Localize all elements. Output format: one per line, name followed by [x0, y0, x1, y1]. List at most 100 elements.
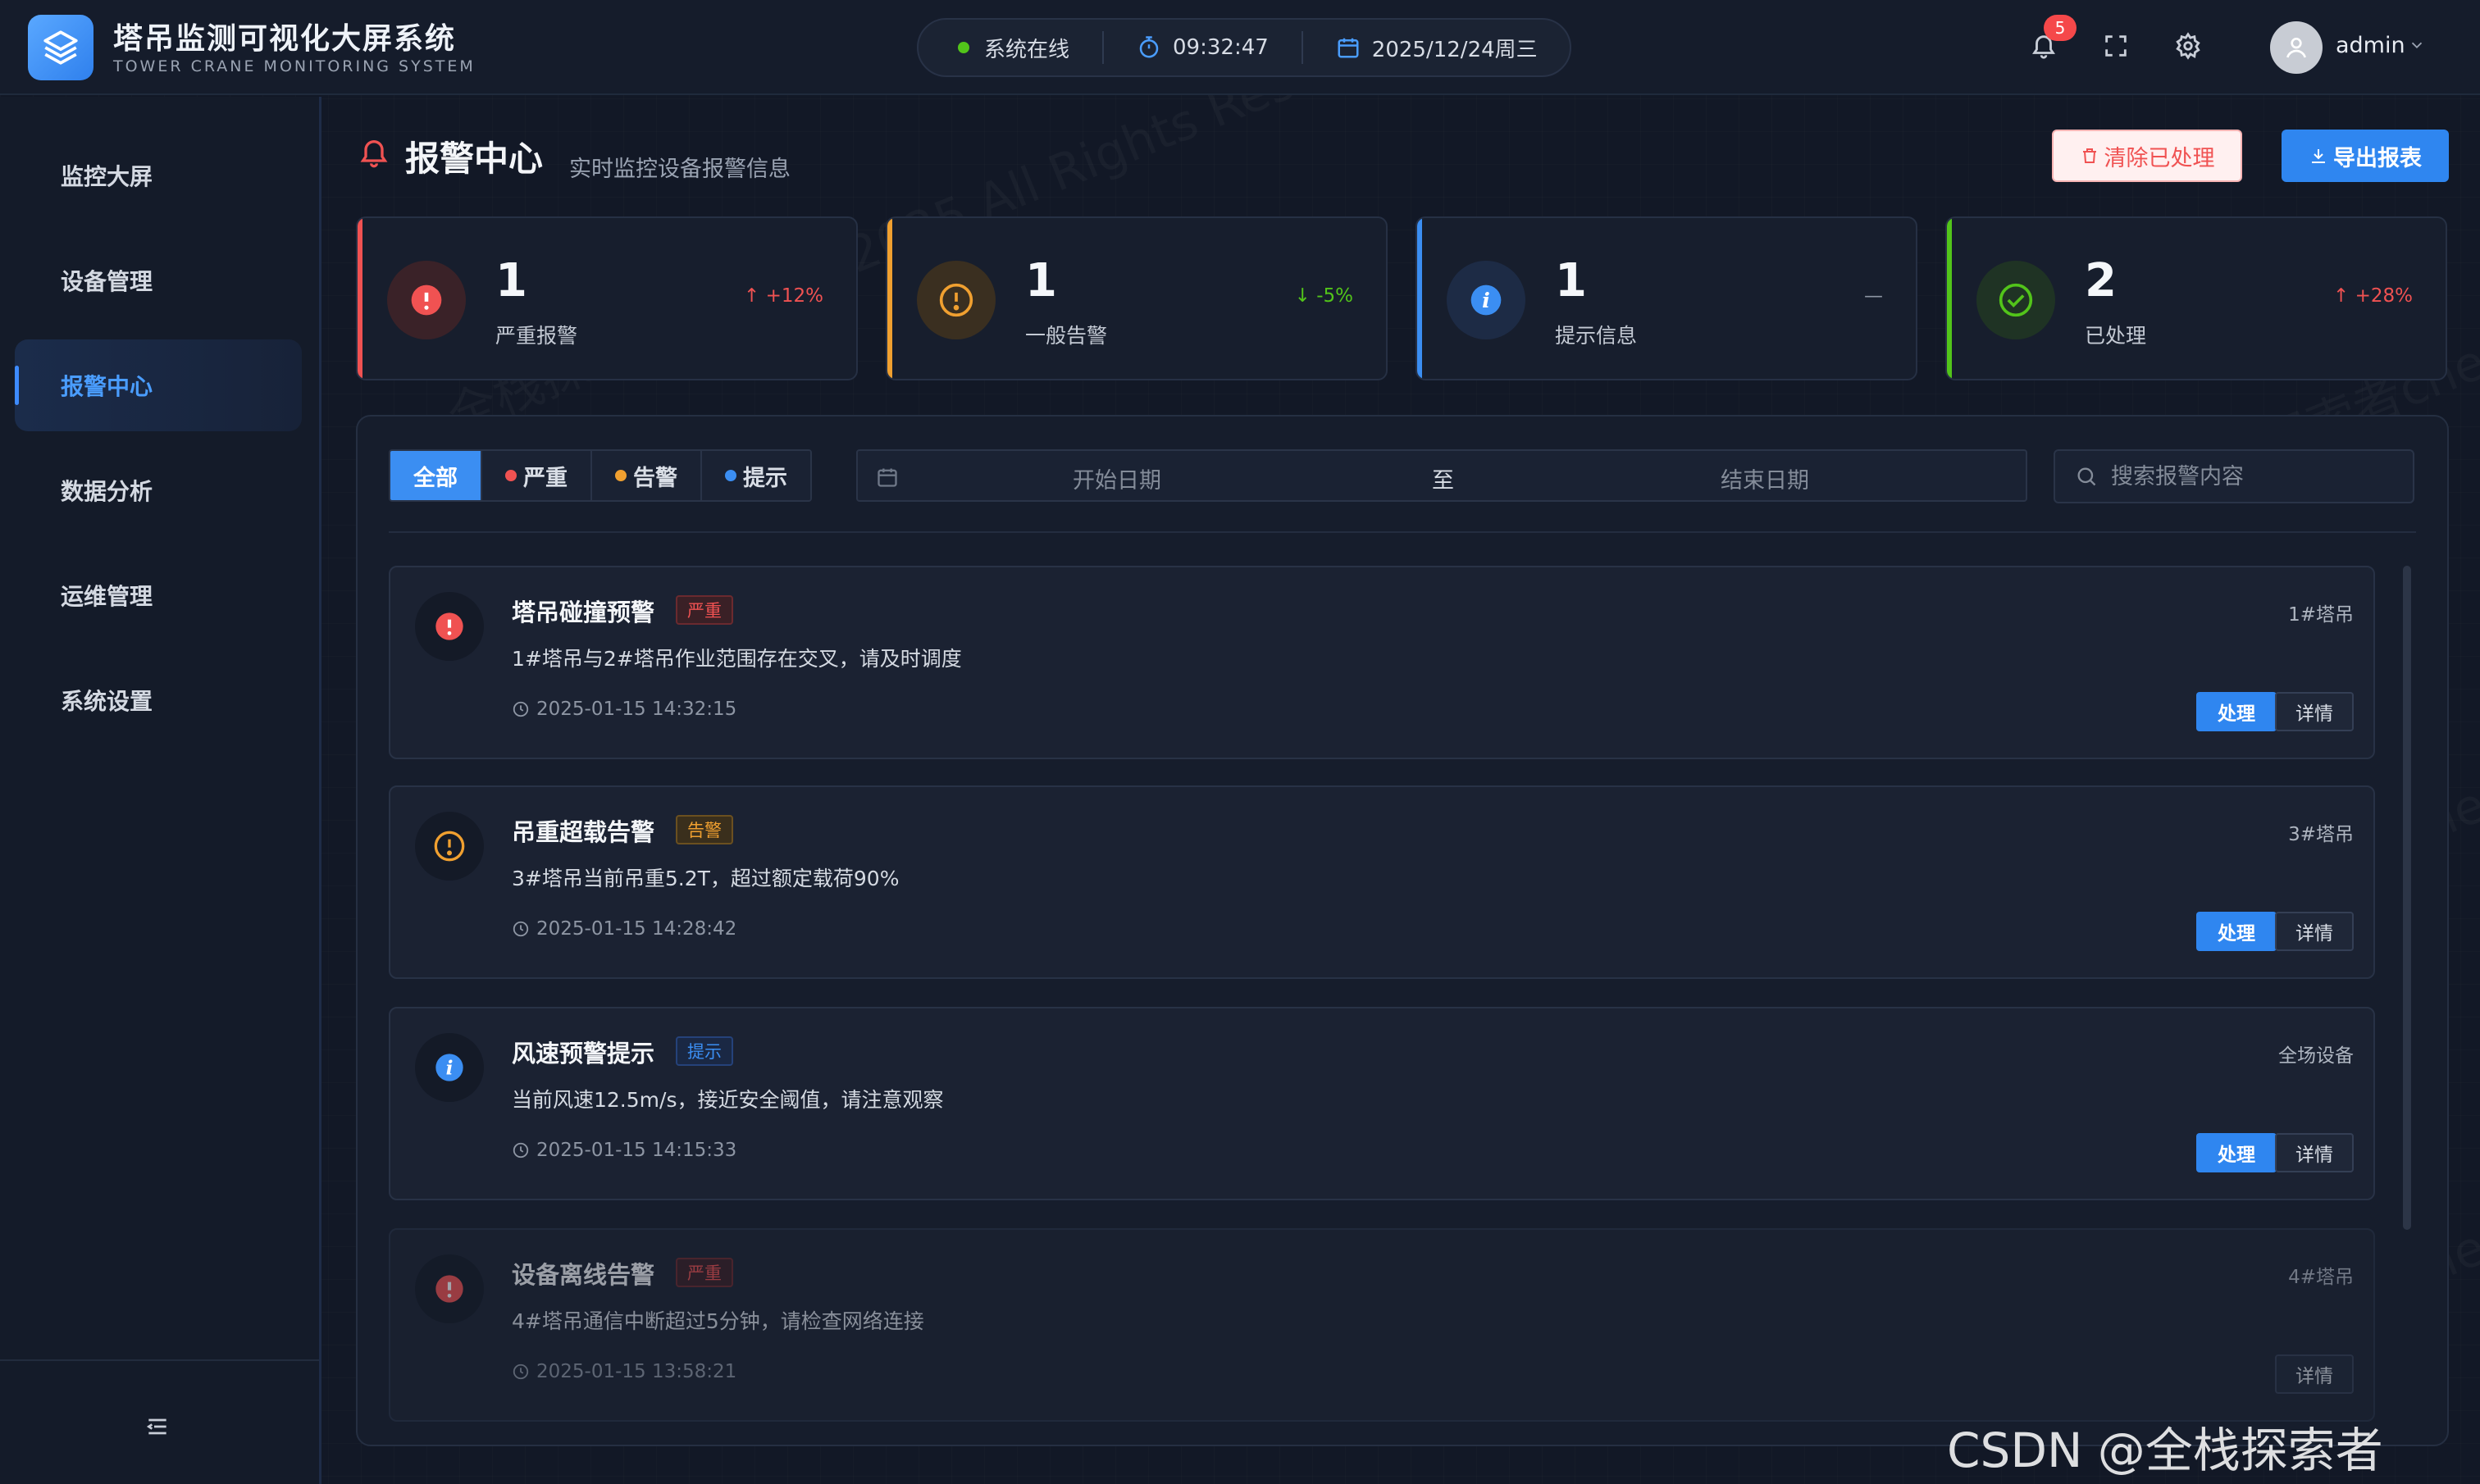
- sidebar-item-label: 系统设置: [61, 688, 153, 715]
- exclamation-circle-icon: [435, 1275, 463, 1303]
- alarm-item: 塔吊碰撞预警 严重 1#塔吊与2#塔吊作业范围存在交叉，请及时调度 2025-0…: [389, 566, 2375, 759]
- fullscreen-button[interactable]: [2098, 28, 2134, 64]
- info-icon: i: [1470, 285, 1502, 316]
- level-badge: 告警: [676, 815, 733, 844]
- alarm-title: 设备离线告警: [512, 1261, 655, 1289]
- csdn-watermark: CSDN @全栈探索者chen: [1947, 1423, 2383, 1484]
- stat-value: 1: [495, 254, 527, 307]
- alarm-item-processed: 设备离线告警 严重 4#塔吊通信中断超过5分钟，请检查网络连接 2025-01-…: [389, 1228, 2375, 1422]
- page-title: 报警中心: [405, 139, 544, 179]
- handle-button[interactable]: 处理: [2196, 912, 2277, 951]
- detail-button[interactable]: 详情: [2275, 1133, 2354, 1172]
- handle-button[interactable]: 处理: [2196, 1133, 2277, 1172]
- filter-critical[interactable]: 严重: [482, 451, 592, 500]
- sidebar: 监控大屏 设备管理 报警中心 数据分析 运维管理 系统设置: [0, 97, 321, 1484]
- stat-label: 提示信息: [1555, 324, 1638, 348]
- sidebar-item-label: 数据分析: [61, 478, 153, 505]
- time-text: 2025-01-15 14:28:42: [536, 918, 737, 940]
- search-input[interactable]: [2111, 463, 2406, 489]
- system-status: 系统在线: [958, 33, 1069, 63]
- alarm-time: 2025-01-15 13:58:21: [512, 1361, 736, 1382]
- stat-icon: [387, 261, 466, 339]
- alarm-time: 2025-01-15 14:32:15: [512, 699, 736, 720]
- detail-button[interactable]: 详情: [2275, 912, 2354, 951]
- level-badge: 提示: [676, 1036, 733, 1066]
- sidebar-item-settings[interactable]: 系统设置: [15, 654, 302, 746]
- download-icon: [2312, 149, 2325, 163]
- warning-circle-icon: [939, 283, 973, 317]
- dot-icon: [505, 470, 517, 481]
- sidebar-item-analytics[interactable]: 数据分析: [15, 444, 302, 536]
- detail-button[interactable]: 详情: [2275, 692, 2354, 731]
- start-date-input[interactable]: 开始日期: [1073, 462, 1161, 494]
- alarm-time: 2025-01-15 14:28:42: [512, 918, 736, 940]
- app-title: 塔吊监测可视化大屏系统: [113, 22, 457, 56]
- stat-card-warning: 1 一般告警 ↓ -5%: [886, 216, 1388, 380]
- filter-info[interactable]: 提示: [702, 451, 810, 500]
- user-icon: [2286, 38, 2306, 58]
- stat-trend: ↑ +12%: [744, 285, 823, 307]
- sidebar-item-label: 运维管理: [61, 583, 153, 610]
- avatar[interactable]: [2270, 21, 2323, 74]
- sidebar-item-alarms[interactable]: 报警中心: [15, 339, 302, 431]
- alarm-device: 全场设备: [2278, 1045, 2354, 1067]
- top-header: 塔吊监测可视化大屏系统 TOWER CRANE MONITORING SYSTE…: [0, 0, 2480, 95]
- stat-card-critical: 1 严重报警 ↑ +12%: [356, 216, 858, 380]
- user-menu-toggle[interactable]: [2408, 36, 2426, 57]
- range-separator: 至: [1432, 468, 1454, 494]
- alarm-bell-icon: [358, 136, 390, 172]
- stat-trend: ↑ +28%: [2333, 285, 2413, 307]
- detail-button[interactable]: 详情: [2275, 1354, 2354, 1394]
- sidebar-item-monitor[interactable]: 监控大屏: [15, 130, 302, 221]
- stat-trend: ↓ -5%: [1294, 285, 1353, 307]
- trend-value: +12%: [765, 285, 823, 307]
- sidebar-item-maintenance[interactable]: 运维管理: [15, 549, 302, 641]
- stat-label: 已处理: [2085, 324, 2147, 348]
- end-date-input[interactable]: 结束日期: [1721, 462, 1809, 494]
- online-dot-icon: [958, 42, 969, 53]
- filter-warning[interactable]: 告警: [592, 451, 702, 500]
- alarm-description: 1#塔吊与2#塔吊作业范围存在交叉，请及时调度: [512, 647, 962, 671]
- alarm-icon: [415, 592, 484, 661]
- time-text: 2025-01-15 14:32:15: [536, 699, 737, 720]
- stopwatch-icon: [1139, 36, 1159, 58]
- stat-label: 严重报警: [495, 324, 578, 348]
- stat-card-processed: 2 已处理 ↑ +28%: [1945, 216, 2447, 380]
- card-accent: [1417, 218, 1422, 379]
- card-accent: [358, 218, 362, 379]
- sidebar-item-devices[interactable]: 设备管理: [15, 234, 302, 326]
- handle-button[interactable]: 处理: [2196, 692, 2277, 731]
- collapse-sidebar-button[interactable]: [144, 1413, 171, 1443]
- time-text: 2025-01-15 14:15:33: [536, 1140, 737, 1161]
- alarm-description: 3#塔吊当前吊重5.2T，超过额定载荷90%: [512, 867, 900, 890]
- search-field[interactable]: [2054, 449, 2414, 503]
- settings-button[interactable]: [2170, 28, 2206, 64]
- fullscreen-icon: [2105, 35, 2127, 57]
- info-icon: i: [435, 1054, 463, 1081]
- export-report-button[interactable]: 导出报表: [2282, 130, 2449, 182]
- username[interactable]: admin: [2336, 33, 2405, 58]
- check-circle-icon: [1999, 283, 2033, 317]
- divider: [0, 1359, 319, 1361]
- stat-icon: [1976, 261, 2055, 339]
- list-scrollbar[interactable]: [2403, 566, 2411, 1230]
- card-accent: [887, 218, 892, 379]
- alarm-device: 1#塔吊: [2288, 604, 2354, 626]
- clear-processed-label: 清除已处理: [2104, 145, 2215, 171]
- page-subtitle: 实时监控设备报警信息: [569, 157, 791, 182]
- alarm-description: 当前风速12.5m/s，接近安全阈值，请注意观察: [512, 1088, 944, 1112]
- alarm-icon: [415, 812, 484, 881]
- stat-label: 一般告警: [1025, 324, 1108, 348]
- filter-label: 严重: [523, 465, 568, 491]
- card-accent: [1947, 218, 1952, 379]
- calendar-icon: [878, 468, 897, 487]
- clear-processed-button[interactable]: 清除已处理: [2052, 130, 2242, 182]
- clock-icon: [513, 1363, 529, 1380]
- layers-icon: [43, 30, 78, 65]
- date-range-picker[interactable]: 开始日期 至 结束日期: [856, 449, 2027, 502]
- stat-trend: —: [1864, 285, 1883, 307]
- filter-all[interactable]: 全部: [390, 451, 482, 500]
- dot-icon: [725, 470, 736, 481]
- level-badge: 严重: [676, 1258, 733, 1287]
- filter-label: 全部: [413, 465, 458, 491]
